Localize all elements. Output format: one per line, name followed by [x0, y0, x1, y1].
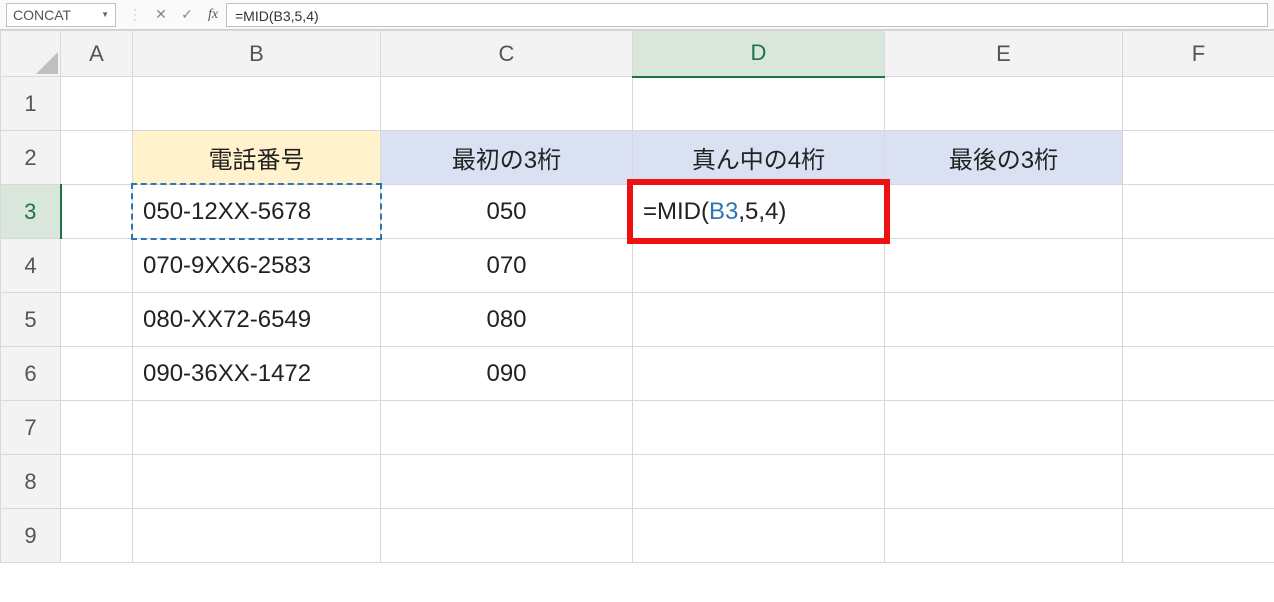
cell-D9[interactable]: [633, 509, 885, 563]
cell-A4[interactable]: [61, 239, 133, 293]
cell-F3[interactable]: [1123, 185, 1274, 239]
fx-icon[interactable]: fx: [200, 7, 226, 23]
cell-E2[interactable]: 最後の3桁: [885, 131, 1123, 185]
row-1: 1: [1, 77, 1274, 131]
cell-C4[interactable]: 070: [381, 239, 633, 293]
chevron-down-icon[interactable]: ▼: [101, 10, 109, 19]
cell-D7[interactable]: [633, 401, 885, 455]
separator: ⋮: [122, 6, 148, 23]
cell-F8[interactable]: [1123, 455, 1274, 509]
cell-E1[interactable]: [885, 77, 1123, 131]
col-header-A[interactable]: A: [61, 31, 133, 77]
row-9: 9: [1, 509, 1274, 563]
cell-C2[interactable]: 最初の3桁: [381, 131, 633, 185]
cell-C8[interactable]: [381, 455, 633, 509]
row-3: 3 050-12XX-5678 050 =MID(B3,5,4): [1, 185, 1274, 239]
col-header-F[interactable]: F: [1123, 31, 1274, 77]
cell-B5[interactable]: 080-XX72-6549: [133, 293, 381, 347]
row-header-7[interactable]: 7: [1, 401, 61, 455]
cell-A3[interactable]: [61, 185, 133, 239]
row-header-2[interactable]: 2: [1, 131, 61, 185]
cell-E7[interactable]: [885, 401, 1123, 455]
cell-B4[interactable]: 070-9XX6-2583: [133, 239, 381, 293]
row-header-5[interactable]: 5: [1, 293, 61, 347]
cell-D5[interactable]: [633, 293, 885, 347]
cell-A6[interactable]: [61, 347, 133, 401]
row-header-3[interactable]: 3: [1, 185, 61, 239]
row-header-9[interactable]: 9: [1, 509, 61, 563]
cell-E6[interactable]: [885, 347, 1123, 401]
cell-E9[interactable]: [885, 509, 1123, 563]
row-4: 4 070-9XX6-2583 070: [1, 239, 1274, 293]
cell-E8[interactable]: [885, 455, 1123, 509]
formula-bar: CONCAT ▼ ⋮ ✕ ✓ fx =MID(B3,5,4): [0, 0, 1274, 30]
cell-D3[interactable]: =MID(B3,5,4): [633, 185, 885, 239]
cell-D2[interactable]: 真ん中の4桁: [633, 131, 885, 185]
cell-F4[interactable]: [1123, 239, 1274, 293]
row-2: 2 電話番号 最初の3桁 真ん中の4桁 最後の3桁: [1, 131, 1274, 185]
cell-C7[interactable]: [381, 401, 633, 455]
row-header-1[interactable]: 1: [1, 77, 61, 131]
cell-F2[interactable]: [1123, 131, 1274, 185]
cell-C6[interactable]: 090: [381, 347, 633, 401]
cell-E5[interactable]: [885, 293, 1123, 347]
row-header-8[interactable]: 8: [1, 455, 61, 509]
cell-B9[interactable]: [133, 509, 381, 563]
row-5: 5 080-XX72-6549 080: [1, 293, 1274, 347]
row-header-6[interactable]: 6: [1, 347, 61, 401]
cell-D1[interactable]: [633, 77, 885, 131]
cell-B2[interactable]: 電話番号: [133, 131, 381, 185]
cell-A7[interactable]: [61, 401, 133, 455]
cell-F5[interactable]: [1123, 293, 1274, 347]
row-7: 7: [1, 401, 1274, 455]
col-header-B[interactable]: B: [133, 31, 381, 77]
col-header-C[interactable]: C: [381, 31, 633, 77]
cell-F9[interactable]: [1123, 509, 1274, 563]
row-6: 6 090-36XX-1472 090: [1, 347, 1274, 401]
cell-B7[interactable]: [133, 401, 381, 455]
row-8: 8: [1, 455, 1274, 509]
cell-D4[interactable]: [633, 239, 885, 293]
worksheet: A B C D E F 1 2 電話番号 最初の3桁 真ん中の4桁 最後の3桁 …: [0, 30, 1274, 563]
cell-B1[interactable]: [133, 77, 381, 131]
cell-A2[interactable]: [61, 131, 133, 185]
formula-prefix: =MID(: [643, 198, 709, 225]
name-box-text: CONCAT: [13, 7, 71, 23]
cell-C5[interactable]: 080: [381, 293, 633, 347]
cell-C1[interactable]: [381, 77, 633, 131]
cell-B8[interactable]: [133, 455, 381, 509]
column-header-row: A B C D E F: [1, 31, 1274, 77]
cell-A5[interactable]: [61, 293, 133, 347]
accept-formula-button[interactable]: ✓: [174, 6, 200, 23]
cell-C3[interactable]: 050: [381, 185, 633, 239]
cancel-formula-button[interactable]: ✕: [148, 6, 174, 23]
grid[interactable]: A B C D E F 1 2 電話番号 最初の3桁 真ん中の4桁 最後の3桁 …: [0, 30, 1274, 563]
formula-ref: B3: [709, 198, 738, 225]
cell-A1[interactable]: [61, 77, 133, 131]
formula-input[interactable]: =MID(B3,5,4): [226, 3, 1268, 27]
cell-C9[interactable]: [381, 509, 633, 563]
cell-A8[interactable]: [61, 455, 133, 509]
cell-A9[interactable]: [61, 509, 133, 563]
col-header-E[interactable]: E: [885, 31, 1123, 77]
name-box[interactable]: CONCAT ▼: [6, 3, 116, 27]
formula-display: =MID(B3,5,4): [643, 198, 786, 225]
cell-F6[interactable]: [1123, 347, 1274, 401]
select-all-corner[interactable]: [1, 31, 61, 77]
cell-E3[interactable]: [885, 185, 1123, 239]
formula-suffix: ,5,4): [738, 198, 786, 225]
cell-B3[interactable]: 050-12XX-5678: [133, 185, 381, 239]
cell-D8[interactable]: [633, 455, 885, 509]
cell-E4[interactable]: [885, 239, 1123, 293]
cell-F1[interactable]: [1123, 77, 1274, 131]
cell-B6[interactable]: 090-36XX-1472: [133, 347, 381, 401]
col-header-D[interactable]: D: [633, 31, 885, 77]
cell-D6[interactable]: [633, 347, 885, 401]
row-header-4[interactable]: 4: [1, 239, 61, 293]
cell-F7[interactable]: [1123, 401, 1274, 455]
